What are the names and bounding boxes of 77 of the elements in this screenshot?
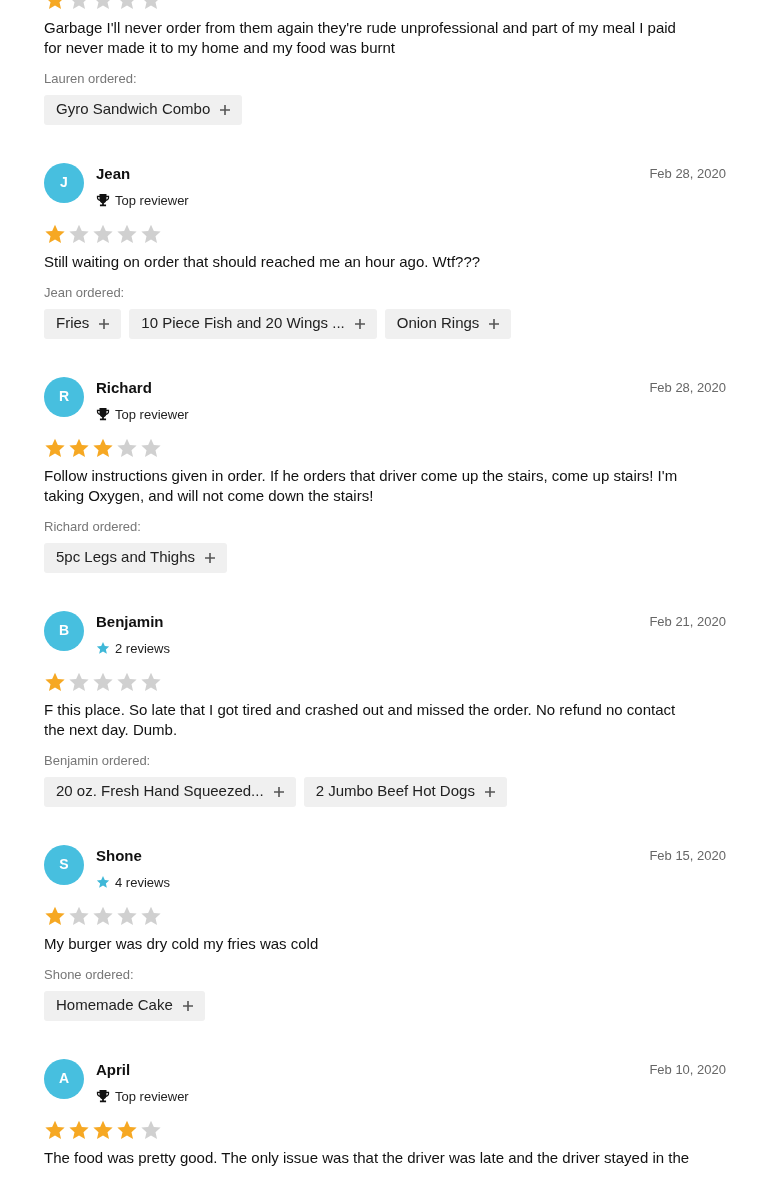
badge-label: 4 reviews [115,873,170,892]
star-icon [92,223,114,245]
ordered-item-chip[interactable]: 5pc Legs and Thighs [44,542,227,573]
ordered-item-chip[interactable]: Homemade Cake [44,990,205,1021]
star-icon [116,223,138,245]
trophy-icon [96,1089,110,1104]
avatar: J [44,162,84,203]
review-date: Feb 10, 2020 [649,1060,726,1079]
ordered-item-chip[interactable]: 2 Jumbo Beef Hot Dogs [303,776,507,807]
star-icon [140,671,162,693]
badge-label: 2 reviews [115,639,170,658]
reviewer-name: Shone [96,845,143,866]
badge-label: Top reviewer [115,1087,189,1106]
ordered-label: Lauren ordered: [44,70,138,88]
star-icon [140,437,162,459]
plus-icon [273,786,284,797]
ordered-item-chip[interactable]: Onion Rings [384,308,512,339]
plus-icon [99,318,110,329]
star-icon [68,1119,90,1141]
avatar: R [44,376,84,417]
plus-icon [182,1000,193,1011]
review-text: My burger was dry cold my fries was cold [44,934,320,954]
review-date: Feb 21, 2020 [649,612,726,631]
ordered-label: Benjamin ordered: [44,752,152,770]
star-icon [140,905,162,927]
plus-icon [220,104,231,115]
star-icon [116,437,138,459]
star-icon [96,641,110,656]
ordered-item-chip[interactable]: Gyro Sandwich Combo [44,94,243,125]
star-icon [92,905,114,927]
star-icon [44,905,66,927]
star-icon [96,875,110,890]
avatar: S [44,844,84,885]
review-date: Feb 28, 2020 [649,164,726,183]
star-icon [92,437,114,459]
review-text: The food was pretty good. The only issue was that the driver was late and the driver stayed in the [44,1148,691,1168]
plus-icon [489,318,500,329]
ordered-item-chip[interactable]: 10 Piece Fish and 20 Wings ... [129,308,377,339]
trophy-icon [96,407,110,422]
review-text: F this place. So late that I got tired and crashed out and missed the order. No refund no contact the next day. Dumb. [44,700,677,740]
star-icon [68,437,90,459]
star-icon [44,437,66,459]
reviewer-name: Benjamin [96,611,165,632]
badge-label: Top reviewer [115,405,189,424]
star-icon [44,671,66,693]
ordered-label: Jean ordered: [44,284,126,302]
plus-icon [484,786,495,797]
review-date: Feb 28, 2020 [649,378,726,397]
review-text: Follow instructions given in order. If he orders that driver come up the stairs, come up stairs! I'm taking Oxygen, and will not come down the stairs! [44,466,679,506]
star-icon [92,1119,114,1141]
star-icon [140,223,162,245]
ordered-label: Richard ordered: [44,518,142,536]
star-icon [44,223,66,245]
star-icon [116,905,138,927]
review-text: Still waiting on order that should reached me an hour ago. Wtf??? [44,252,482,272]
review-text: Garbage I'll never order from them again they're rude unprofessional and part of my meal I paid for never made it to my home and my food was burnt [44,18,677,58]
star-icon [116,671,138,693]
ordered-label: Shone ordered: [44,966,135,984]
reviewer-name: Richard [96,377,153,398]
star-icon [140,1119,162,1141]
badge-label: Top reviewer [115,191,189,210]
review-date: Feb 15, 2020 [649,846,726,865]
avatar: B [44,610,84,651]
ordered-item-chip[interactable]: 20 oz. Fresh Hand Squeezed... [44,776,296,807]
ordered-item-chip[interactable]: Fries [44,308,122,339]
star-icon [116,1119,138,1141]
trophy-icon [96,193,110,208]
star-icon [68,905,90,927]
star-icon [92,671,114,693]
reviewer-name: Jean [96,163,132,184]
star-icon [44,1119,66,1141]
avatar: A [44,1058,84,1099]
star-icon [68,223,90,245]
plus-icon [354,318,365,329]
reviewer-name: April [96,1059,132,1080]
star-icon [68,671,90,693]
plus-icon [205,552,215,563]
